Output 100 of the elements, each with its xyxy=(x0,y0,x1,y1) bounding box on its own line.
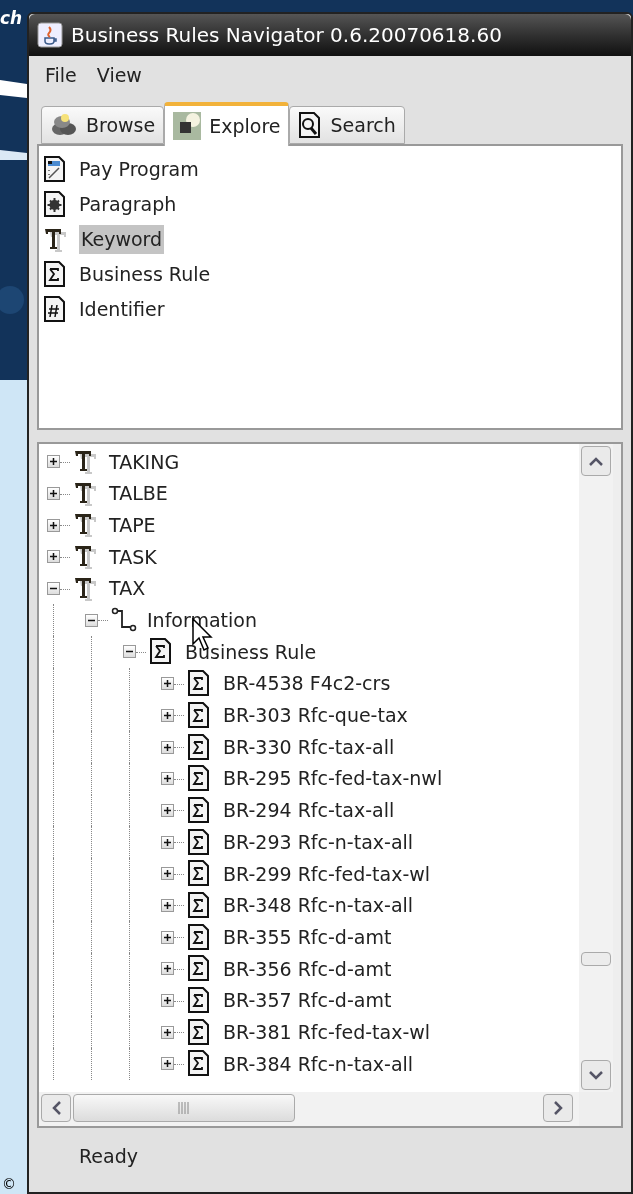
status-text: Ready xyxy=(79,1143,138,1169)
expander[interactable] xyxy=(47,518,60,532)
list-item[interactable]: Business Rule xyxy=(77,260,213,289)
plus-icon xyxy=(49,457,58,467)
expander[interactable] xyxy=(47,582,60,596)
plus-icon xyxy=(163,1027,172,1037)
tree-item[interactable]: BR-293 Rfc-n-tax-all xyxy=(223,827,414,857)
expander[interactable] xyxy=(161,867,174,881)
horizontal-scrollbar[interactable] xyxy=(39,1092,579,1126)
expander[interactable] xyxy=(161,708,174,722)
tree-item[interactable]: BR-355 Rfc-d-amt xyxy=(223,922,392,952)
expander[interactable] xyxy=(47,455,60,469)
scroll-up-button[interactable] xyxy=(581,446,611,476)
scroll-thumb[interactable] xyxy=(73,1094,295,1122)
tree-item[interactable]: TAKING xyxy=(109,447,180,477)
plus-icon xyxy=(49,552,58,562)
list-item[interactable]: Paragraph xyxy=(77,190,179,219)
plus-icon xyxy=(163,805,172,815)
plus-icon xyxy=(163,710,172,720)
expander[interactable] xyxy=(85,613,98,627)
expander[interactable] xyxy=(161,962,174,976)
tab[interactable]: Explore xyxy=(164,102,290,146)
tab[interactable]: Search xyxy=(289,106,405,144)
scroll-right-button[interactable] xyxy=(543,1094,573,1122)
tree-item[interactable]: BR-4538 F4c2-crs xyxy=(223,669,391,698)
chevron-right-icon xyxy=(553,1101,563,1115)
scroll-left-button[interactable] xyxy=(41,1094,71,1122)
tree-item[interactable]: Information xyxy=(147,606,257,635)
plus-icon xyxy=(163,996,172,1006)
plus-icon xyxy=(163,679,172,689)
expander[interactable] xyxy=(161,898,174,912)
tree-item[interactable]: BR-384 Rfc-n-tax-all xyxy=(223,1049,414,1079)
tree-item[interactable]: BR-294 Rfc-tax-all xyxy=(223,796,395,825)
expander[interactable] xyxy=(161,803,174,817)
search-icon xyxy=(298,111,323,139)
sigma-document-icon xyxy=(187,701,211,729)
chevron-up-icon xyxy=(589,456,603,466)
vertical-scrollbar[interactable] xyxy=(579,444,613,1092)
sigma-document-icon xyxy=(187,1050,211,1078)
sigma-document-icon xyxy=(187,796,211,824)
tree-item[interactable]: BR-381 Rfc-fed-tax-wl xyxy=(223,1017,431,1047)
sigma-document-icon xyxy=(187,828,211,856)
coins-icon xyxy=(50,112,78,138)
expander[interactable] xyxy=(123,645,136,659)
expander[interactable] xyxy=(161,677,174,691)
expander[interactable] xyxy=(161,1025,174,1039)
plus-icon xyxy=(163,1059,172,1069)
expander[interactable] xyxy=(161,1057,174,1071)
plus-icon xyxy=(163,774,172,784)
tree-item[interactable]: TAX xyxy=(109,574,146,603)
tree-item[interactable]: BR-348 Rfc-n-tax-all xyxy=(223,891,414,920)
list-item[interactable]: Pay Program xyxy=(77,155,201,184)
chevron-left-icon xyxy=(51,1101,61,1115)
list-item[interactable]: Identifier xyxy=(77,295,167,324)
sigma-document-icon xyxy=(187,860,211,888)
expander[interactable] xyxy=(161,835,174,849)
list-item[interactable]: Keyword xyxy=(79,225,165,254)
menu-item[interactable]: File xyxy=(37,60,85,90)
program-document-icon xyxy=(43,156,67,183)
sigma-document-icon xyxy=(187,670,211,698)
tree-item[interactable]: BR-299 Rfc-fed-tax-wl xyxy=(223,859,431,889)
desktop-text: © xyxy=(2,1175,16,1194)
sigma-document-icon xyxy=(187,733,211,761)
tree-item[interactable]: TASK xyxy=(109,542,157,572)
cube-icon xyxy=(173,112,202,140)
tree-item[interactable]: BR-356 Rfc-d-amt xyxy=(223,954,392,984)
tab[interactable]: Browse xyxy=(41,106,165,144)
tree-item[interactable]: BR-303 Rfc-que-tax xyxy=(223,701,408,730)
plus-icon xyxy=(49,520,58,530)
sigma-document-icon xyxy=(149,638,173,666)
sigma-document-icon xyxy=(187,891,211,919)
plus-icon xyxy=(49,489,58,499)
tree-item[interactable]: TALBE xyxy=(109,479,168,508)
scroll-thumb[interactable] xyxy=(581,952,611,966)
expander[interactable] xyxy=(161,930,174,944)
serif-t-icon xyxy=(73,480,99,507)
sigma-document-icon xyxy=(187,923,211,951)
serif-t-icon xyxy=(73,543,99,570)
expander[interactable] xyxy=(47,487,60,501)
expander[interactable] xyxy=(161,994,174,1008)
serif-t-icon xyxy=(73,512,99,539)
tree-item[interactable]: BR-295 Rfc-fed-tax-nwl xyxy=(223,764,443,793)
scroll-down-button[interactable] xyxy=(581,1060,611,1090)
expander[interactable] xyxy=(161,772,174,786)
sigma-document-icon xyxy=(187,955,211,983)
plus-icon xyxy=(163,837,172,847)
gear-document-icon xyxy=(43,191,67,218)
serif-t-icon xyxy=(73,575,99,602)
serif-t-icon xyxy=(43,226,69,253)
plus-icon xyxy=(163,869,172,879)
tree-item[interactable]: TAPE xyxy=(109,510,156,540)
tree-item[interactable]: Business Rule xyxy=(185,637,317,667)
tree-item[interactable]: BR-357 Rfc-d-amt xyxy=(223,986,392,1015)
tree-item[interactable]: BR-330 Rfc-tax-all xyxy=(223,732,395,762)
serif-t-icon xyxy=(73,448,99,475)
expander[interactable] xyxy=(47,550,60,564)
plus-icon xyxy=(163,900,172,910)
menu-item[interactable]: View xyxy=(88,60,150,90)
expander[interactable] xyxy=(161,740,174,754)
window-title: Business Rules Navigator 0.6.20070618.60 xyxy=(71,22,502,49)
